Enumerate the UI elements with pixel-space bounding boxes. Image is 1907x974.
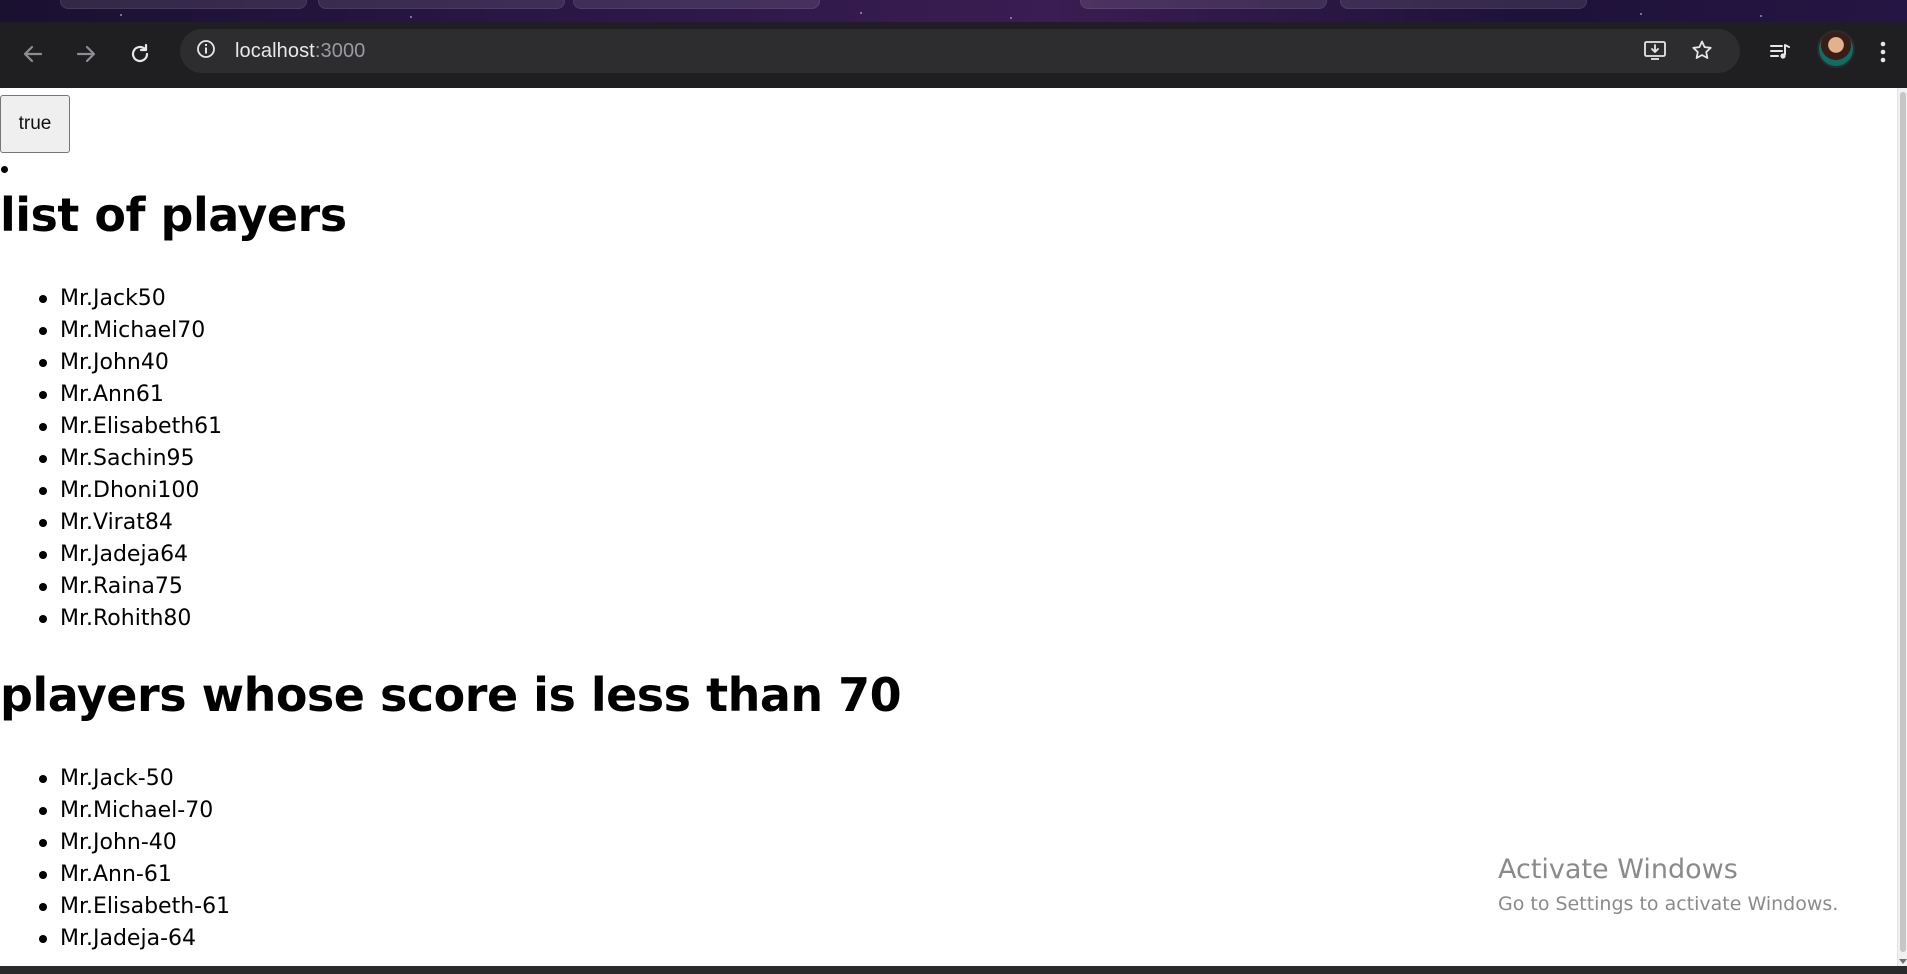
list-item: Mr.Elisabeth-61 [38,891,230,923]
background-star [120,14,122,16]
activate-windows-watermark: Activate Windows Go to Settings to activ… [1498,852,1838,918]
install-app-icon [1643,39,1667,65]
taskbar-edge [0,966,1907,974]
toggle-button[interactable]: true [0,95,70,153]
scroll-down-arrow-icon[interactable] [1899,959,1907,964]
watermark-subtitle: Go to Settings to activate Windows. [1498,893,1839,915]
list-item: Mr.Rohith80 [38,603,222,635]
forward-button[interactable] [68,36,104,72]
empty-list-bullet [1,166,8,173]
list-item: Mr.Jadeja-64 [38,923,230,955]
list-item: Mr.Jack-50 [38,763,230,795]
tab-strip [0,0,1907,22]
info-icon [196,39,216,63]
site-info-button[interactable] [192,37,220,65]
back-button[interactable] [15,36,51,72]
url-host: localhost [235,40,315,62]
tab-edge[interactable] [1340,0,1587,9]
list-item: Mr.Michael70 [38,315,222,347]
tab-edge[interactable] [573,0,820,9]
arrow-left-icon [22,43,44,65]
scrollbar-thumb[interactable] [1900,92,1906,952]
background-star [860,12,862,14]
address-bar[interactable]: localhost:3000 [180,29,1740,73]
list-item: Mr.Elisabeth61 [38,411,222,443]
list-item: Mr.Ann61 [38,379,222,411]
list-item: Mr.Michael-70 [38,795,230,827]
list-item: Mr.Dhoni100 [38,475,222,507]
tab-edge[interactable] [60,0,307,9]
browser-toolbar: localhost:3000 [0,22,1907,89]
list-item: Mr.Ann-61 [38,859,230,891]
players-heading: list of players [0,188,347,242]
list-item: Mr.John-40 [38,827,230,859]
media-control-button[interactable] [1762,36,1798,72]
arrow-right-icon [75,43,97,65]
kebab-menu-icon [1880,41,1886,67]
browser-menu-button[interactable] [1868,36,1898,72]
watermark-title: Activate Windows [1498,854,1738,885]
list-item: Mr.Raina75 [38,571,222,603]
tab-edge[interactable] [1080,0,1327,9]
background-star [1640,13,1642,15]
list-item: Mr.John40 [38,347,222,379]
reload-icon [129,43,151,65]
background-star [1760,15,1762,17]
url-port: :3000 [314,40,366,62]
reload-button[interactable] [122,36,158,72]
media-queue-icon [1769,42,1791,66]
bookmark-button[interactable] [1687,37,1717,67]
avatar[interactable] [1817,30,1855,68]
players-list: Mr.Jack50 Mr.Michael70 Mr.John40 Mr.Ann6… [0,283,222,635]
list-item: Mr.Virat84 [38,507,222,539]
page-viewport: true list of players Mr.Jack50 Mr.Michae… [0,88,1897,966]
background-star [410,16,412,18]
low-score-heading: players whose score is less than 70 [0,668,902,722]
list-item: Mr.Jadeja64 [38,539,222,571]
tab-edge[interactable] [318,0,565,9]
page-scrollbar[interactable] [1897,88,1907,966]
background-star [1010,17,1012,19]
star-icon [1691,39,1713,65]
low-score-list: Mr.Jack-50 Mr.Michael-70 Mr.John-40 Mr.A… [0,763,230,955]
list-item: Mr.Jack50 [38,283,222,315]
url-text: localhost:3000 [235,40,365,63]
install-app-button[interactable] [1640,37,1670,67]
list-item: Mr.Sachin95 [38,443,222,475]
